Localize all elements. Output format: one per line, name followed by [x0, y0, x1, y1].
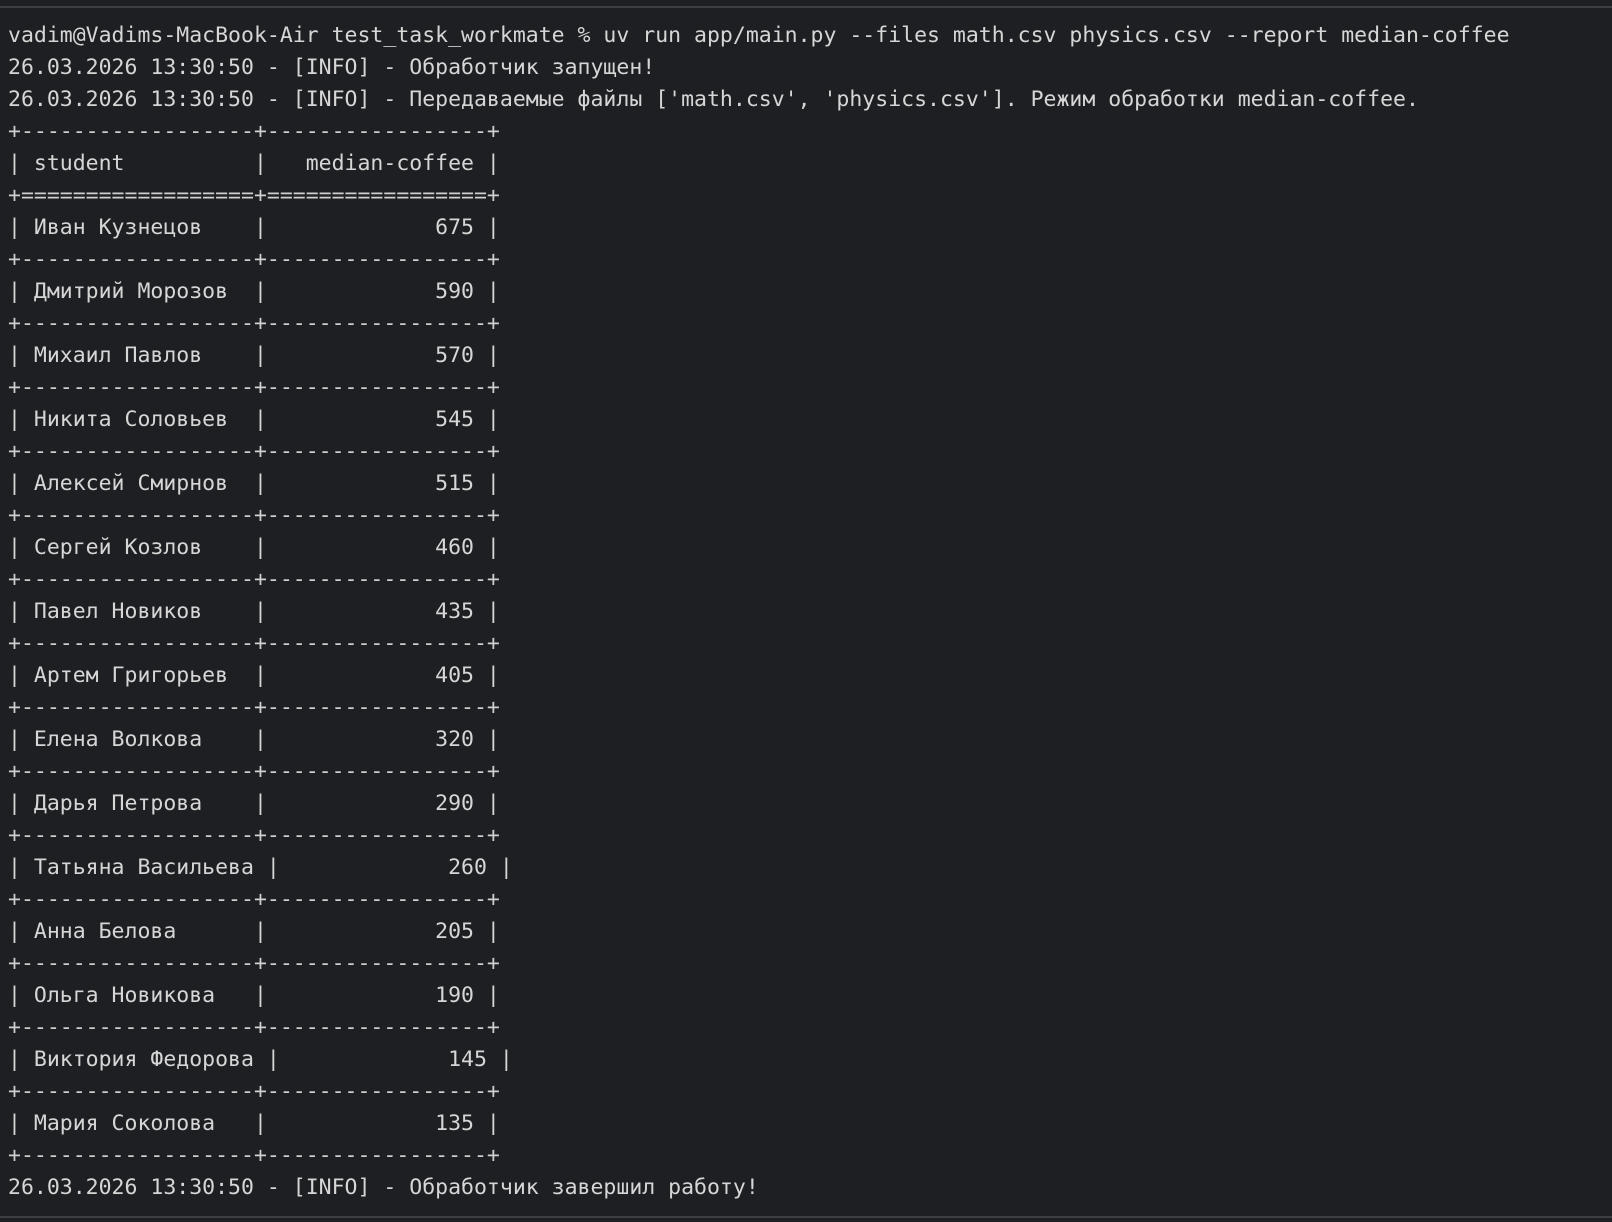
top-divider: [0, 6, 1612, 8]
table-row: | Алексей Смирнов | 515 |: [8, 471, 500, 496]
table-row: | Ольга Новикова | 190 |: [8, 983, 500, 1008]
table-row: | Никита Соловьев | 545 |: [8, 407, 500, 432]
prompt-line: vadim@Vadims-MacBook-Air test_task_workm…: [8, 23, 1510, 48]
table-border: +------------------+-----------------+: [8, 311, 500, 336]
table-header-separator: +==================+=================+: [8, 183, 500, 208]
table-border: +------------------+-----------------+: [8, 375, 500, 400]
table-row: | Елена Волкова | 320 |: [8, 727, 500, 752]
table-row: | Дмитрий Морозов | 590 |: [8, 279, 500, 304]
table-header-row: | student | median-coffee |: [8, 151, 500, 176]
table-border: +------------------+-----------------+: [8, 951, 500, 976]
log-line-end: 26.03.2026 13:30:50 - [INFO] - Обработчи…: [8, 1175, 759, 1200]
table-border: +------------------+-----------------+: [8, 503, 500, 528]
table-row: | Татьяна Васильева | 260 |: [8, 855, 513, 880]
table-border: +------------------+-----------------+: [8, 631, 500, 656]
log-line: 26.03.2026 13:30:50 - [INFO] - Обработчи…: [8, 55, 656, 80]
table-row: | Павел Новиков | 435 |: [8, 599, 500, 624]
bottom-divider: [0, 1216, 1612, 1218]
table-row: | Анна Белова | 205 |: [8, 919, 500, 944]
table-row: | Иван Кузнецов | 675 |: [8, 215, 500, 240]
table-row: | Виктория Федорова | 145 |: [8, 1047, 513, 1072]
table-border: +------------------+-----------------+: [8, 119, 500, 144]
table-border: +------------------+-----------------+: [8, 823, 500, 848]
table-border: +------------------+-----------------+: [8, 567, 500, 592]
terminal-window[interactable]: vadim@Vadims-MacBook-Air test_task_workm…: [0, 0, 1612, 1222]
table-border: +------------------+-----------------+: [8, 887, 500, 912]
table-row: | Мария Соколова | 135 |: [8, 1111, 500, 1136]
table-row: | Артем Григорьев | 405 |: [8, 663, 500, 688]
table-border: +------------------+-----------------+: [8, 695, 500, 720]
table-border: +------------------+-----------------+: [8, 439, 500, 464]
table-border: +------------------+-----------------+: [8, 759, 500, 784]
table-border: +------------------+-----------------+: [8, 247, 500, 272]
terminal-output: vadim@Vadims-MacBook-Air test_task_workm…: [8, 20, 1510, 1204]
table-border: +------------------+-----------------+: [8, 1079, 500, 1104]
table-row: | Михаил Павлов | 570 |: [8, 343, 500, 368]
table-row: | Дарья Петрова | 290 |: [8, 791, 500, 816]
table-border: +------------------+-----------------+: [8, 1015, 500, 1040]
log-line: 26.03.2026 13:30:50 - [INFO] - Передавае…: [8, 87, 1419, 112]
table-row: | Сергей Козлов | 460 |: [8, 535, 500, 560]
table-border: +------------------+-----------------+: [8, 1143, 500, 1168]
